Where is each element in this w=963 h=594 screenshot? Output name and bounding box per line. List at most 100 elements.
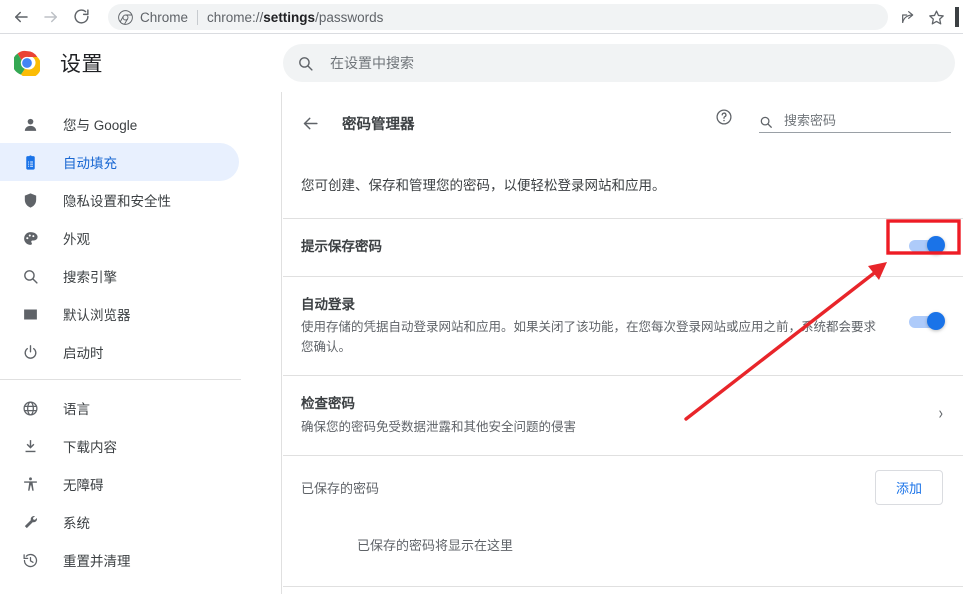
sidebar-item-label: 无障碍: [63, 478, 104, 493]
sidebar-divider: [0, 379, 241, 380]
sidebar-item-label: 启动时: [63, 346, 104, 361]
sidebar-item-you-and-google[interactable]: 您与 Google: [0, 105, 239, 143]
url-suffix: /passwords: [315, 9, 384, 25]
password-manager-panel: 密码管理器 您可创建、保存和管理您的密码，以便轻松登录网站和应用: [283, 92, 963, 594]
url-prefix: chrome://: [207, 9, 264, 25]
help-button[interactable]: [715, 108, 733, 133]
download-icon: [18, 438, 42, 455]
toggle-knob: [927, 236, 945, 255]
power-icon: [18, 344, 42, 361]
forward-button[interactable]: [36, 2, 66, 32]
row-text: 自动登录 使用存储的凭据自动登录网站和应用。如果关闭了该功能，在您每次登录网站或…: [301, 295, 909, 358]
search-icon: [759, 115, 773, 129]
password-search-box[interactable]: [759, 112, 951, 133]
sidebar-item-label: 外观: [63, 232, 90, 247]
row-control: ›: [939, 394, 943, 422]
row-title: 检查密码: [301, 396, 355, 412]
settings-sidebar: 您与 Google 自动填充 隐私设置和安全性 外观 搜索引擎 默认浏览器 启动…: [0, 92, 282, 594]
address-bar[interactable]: Chrome chrome://settings/passwords: [108, 4, 888, 30]
row-auto-signin[interactable]: 自动登录 使用存储的凭据自动登录网站和应用。如果关闭了该功能，在您每次登录网站或…: [283, 277, 963, 376]
sidebar-item-label: 重置并清理: [63, 554, 131, 569]
share-icon: [902, 11, 914, 23]
sidebar-item-default-browser[interactable]: 默认浏览器: [0, 295, 239, 333]
sidebar-item-search-engine[interactable]: 搜索引擎: [0, 257, 239, 295]
arrow-right-icon: [44, 11, 57, 22]
panel-header: 密码管理器: [283, 92, 963, 154]
omnibox-divider: [197, 9, 199, 25]
arrow-left-icon: [303, 117, 318, 129]
clipboard-icon: [18, 154, 42, 171]
chrome-settings-window: Chrome chrome://settings/passwords 设置 在设…: [0, 0, 963, 594]
sidebar-item-label: 下载内容: [63, 440, 117, 455]
settings-search-box[interactable]: [283, 44, 955, 82]
row-subtitle: 使用存储的凭据自动登录网站和应用。如果关闭了该功能，在您每次登录网站或应用之前，…: [301, 319, 877, 354]
help-circle-icon: [716, 109, 732, 125]
sidebar-item-label: 自动填充: [63, 156, 117, 171]
row-text: 检查密码 确保您的密码免受数据泄露和其他安全问题的侵害: [301, 394, 939, 437]
palette-icon: [18, 230, 42, 247]
toggle-knob: [927, 311, 945, 330]
password-search-input[interactable]: [782, 112, 951, 129]
browser-toolbar: Chrome chrome://settings/passwords: [0, 0, 963, 34]
sidebar-item-privacy-security[interactable]: 隐私设置和安全性: [0, 181, 239, 219]
chevron-right-icon[interactable]: ›: [939, 404, 943, 422]
row-subtitle: 确保您的密码免受数据泄露和其他安全问题的侵害: [301, 419, 577, 434]
sidebar-item-label: 系统: [63, 516, 90, 531]
sidebar-item-on-startup[interactable]: 启动时: [0, 333, 239, 371]
settings-header: 设置: [0, 34, 963, 92]
sidebar-item-languages[interactable]: 语言: [0, 389, 239, 427]
chrome-logo-icon: [118, 9, 133, 25]
settings-search-input[interactable]: [328, 54, 941, 72]
bookmark-button[interactable]: [922, 2, 950, 32]
sidebar-item-reset-cleanup[interactable]: 重置并清理: [0, 541, 239, 579]
chrome-logo-icon: [14, 50, 40, 76]
sidebar-item-accessibility[interactable]: 无障碍: [0, 465, 239, 503]
reload-button[interactable]: [66, 2, 96, 32]
sidebar-item-system[interactable]: 系统: [0, 503, 239, 541]
url-bold-segment: settings: [263, 9, 316, 25]
wrench-icon: [18, 514, 42, 531]
panel-header-actions: [715, 108, 951, 133]
row-title: 提示保存密码: [301, 239, 382, 255]
sidebar-item-appearance[interactable]: 外观: [0, 219, 239, 257]
toolbar-actions: [894, 2, 959, 32]
browser-window-icon: [18, 306, 42, 323]
add-password-button[interactable]: 添加: [874, 469, 943, 505]
search-icon: [297, 55, 314, 72]
search-icon: [18, 268, 42, 285]
saved-passwords-section-header: 已保存的密码 添加: [283, 456, 963, 517]
omnibox-url: chrome://settings/passwords: [207, 10, 383, 25]
sidebar-item-label: 隐私设置和安全性: [63, 194, 171, 209]
row-offer-to-save-passwords[interactable]: 提示保存密码: [283, 219, 963, 275]
sidebar-item-label: 默认浏览器: [63, 308, 131, 323]
omnibox-chip-label: Chrome: [140, 9, 189, 25]
sidebar-item-label: 搜索引擎: [63, 270, 117, 285]
row-check-passwords[interactable]: 检查密码 确保您的密码免受数据泄露和其他安全问题的侵害 ›: [283, 376, 963, 455]
panel-back-button[interactable]: [301, 114, 320, 133]
share-button[interactable]: [894, 2, 922, 32]
nav-button-group: [0, 2, 96, 32]
shield-icon: [18, 192, 42, 209]
panel-intro-text: 您可创建、保存和管理您的密码，以便轻松登录网站和应用。: [301, 178, 666, 193]
globe-icon: [18, 400, 42, 417]
arrow-left-icon: [15, 11, 28, 22]
sidebar-item-label: 您与 Google: [63, 118, 138, 133]
offer-to-save-passwords-toggle[interactable]: [909, 236, 945, 255]
row-title: 自动登录: [301, 296, 355, 312]
sidebar-item-autofill[interactable]: 自动填充: [0, 143, 239, 181]
row-text: 提示保存密码: [301, 237, 909, 257]
panel-title: 密码管理器: [342, 116, 415, 133]
row-control: [909, 295, 945, 330]
page-title: 设置: [60, 53, 103, 76]
reload-icon: [73, 9, 89, 24]
divider: [283, 585, 963, 587]
window-edge-sliver: [955, 7, 959, 27]
saved-passwords-empty-note: 已保存的密码将显示在这里: [357, 537, 514, 553]
sidebar-item-downloads[interactable]: 下载内容: [0, 427, 239, 465]
bookmark-star-icon: [928, 9, 944, 25]
row-control: [909, 236, 945, 255]
saved-passwords-label: 已保存的密码: [301, 480, 380, 496]
auto-signin-toggle[interactable]: [909, 311, 945, 330]
accessibility-icon: [18, 476, 42, 493]
back-button[interactable]: [6, 2, 36, 32]
